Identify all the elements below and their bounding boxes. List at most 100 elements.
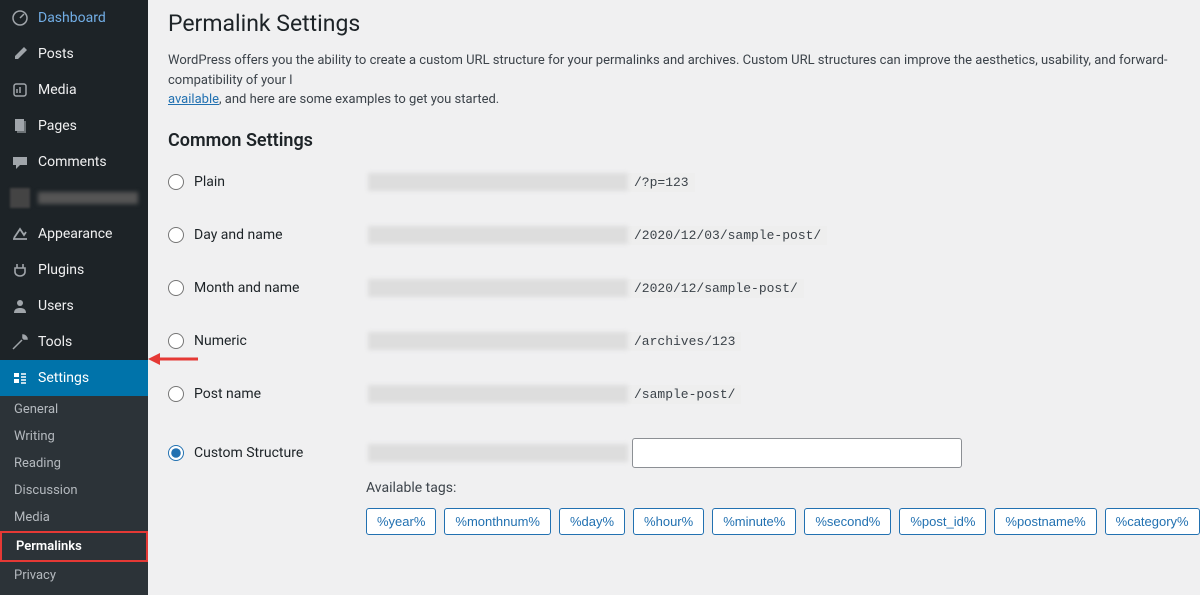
- dashboard-icon: [10, 8, 30, 28]
- radio-post-name[interactable]: [168, 386, 184, 402]
- url-suffix: /2020/12/sample-post/: [628, 279, 804, 298]
- sidebar-item-label: Users: [38, 298, 74, 314]
- plugins-icon: [10, 260, 30, 280]
- pages-icon: [10, 116, 30, 136]
- pin-icon: [10, 44, 30, 64]
- media-icon: [10, 80, 30, 100]
- blurred-url: [368, 385, 628, 403]
- tag-monthnum[interactable]: %monthnum%: [444, 508, 551, 535]
- radio-plain-label[interactable]: Plain: [168, 174, 368, 190]
- sidebar-item-label: Appearance: [38, 226, 112, 242]
- option-label: Month and name: [194, 280, 299, 296]
- admin-sidebar: Dashboard Posts Media Pages Comments App…: [0, 0, 148, 550]
- sidebar-item-pages[interactable]: Pages: [0, 108, 148, 144]
- avatar-blurred: [10, 188, 30, 208]
- settings-submenu: General Writing Reading Discussion Media…: [0, 396, 148, 595]
- submenu-item-media[interactable]: Media: [0, 504, 148, 531]
- option-label: Day and name: [194, 227, 283, 243]
- sidebar-item-label: Tools: [38, 334, 72, 350]
- sidebar-user-blurred: [0, 180, 148, 216]
- submenu-item-general[interactable]: General: [0, 396, 148, 423]
- radio-day-name[interactable]: [168, 227, 184, 243]
- common-settings-heading: Common Settings: [168, 130, 1180, 151]
- option-day-name: Day and name /2020/12/03/sample-post/: [168, 216, 1180, 269]
- custom-structure-input[interactable]: [632, 438, 962, 468]
- radio-day-name-label[interactable]: Day and name: [168, 227, 368, 243]
- available-tags-label: Available tags:: [366, 480, 1180, 496]
- submenu-item-writing[interactable]: Writing: [0, 423, 148, 450]
- radio-numeric[interactable]: [168, 333, 184, 349]
- blurred-url: [368, 332, 628, 350]
- example-day-name: /2020/12/03/sample-post/: [368, 226, 827, 245]
- example-custom: [368, 438, 962, 468]
- tag-category[interactable]: %category%: [1105, 508, 1200, 535]
- submenu-item-reading[interactable]: Reading: [0, 450, 148, 477]
- radio-month-name-label[interactable]: Month and name: [168, 280, 368, 296]
- sidebar-item-label: Settings: [38, 370, 89, 386]
- sidebar-item-tools[interactable]: Tools: [0, 324, 148, 360]
- intro-text: WordPress offers you the ability to crea…: [168, 51, 1180, 110]
- url-suffix: /sample-post/: [628, 385, 741, 404]
- option-numeric: Numeric /archives/123: [168, 322, 1180, 375]
- radio-post-name-label[interactable]: Post name: [168, 386, 368, 402]
- sidebar-item-posts[interactable]: Posts: [0, 36, 148, 72]
- example-post-name: /sample-post/: [368, 385, 741, 404]
- users-icon: [10, 296, 30, 316]
- option-post-name: Post name /sample-post/: [168, 375, 1180, 428]
- sidebar-item-label: Comments: [38, 154, 107, 170]
- sidebar-item-label: Pages: [38, 118, 77, 134]
- option-label: Plain: [194, 174, 225, 190]
- sidebar-item-label: Plugins: [38, 262, 84, 278]
- radio-custom-label[interactable]: Custom Structure: [168, 445, 368, 461]
- appearance-icon: [10, 224, 30, 244]
- sidebar-item-users[interactable]: Users: [0, 288, 148, 324]
- sidebar-item-label: Dashboard: [38, 10, 106, 26]
- tag-second[interactable]: %second%: [804, 508, 891, 535]
- sidebar-item-appearance[interactable]: Appearance: [0, 216, 148, 252]
- intro-before: WordPress offers you the ability to crea…: [168, 53, 1168, 88]
- sidebar-item-media[interactable]: Media: [0, 72, 148, 108]
- submenu-item-discussion[interactable]: Discussion: [0, 477, 148, 504]
- annotation-arrow: [148, 350, 198, 368]
- option-label: Custom Structure: [194, 445, 303, 461]
- radio-numeric-label[interactable]: Numeric: [168, 333, 368, 349]
- intro-link[interactable]: available: [168, 92, 219, 107]
- available-tags: %year% %monthnum% %day% %hour% %minute% …: [366, 508, 1180, 535]
- blurred-url: [368, 279, 628, 297]
- tag-postname[interactable]: %postname%: [994, 508, 1096, 535]
- tag-year[interactable]: %year%: [366, 508, 436, 535]
- tag-minute[interactable]: %minute%: [712, 508, 796, 535]
- option-label: Numeric: [194, 333, 247, 349]
- url-suffix: /archives/123: [628, 332, 741, 351]
- sidebar-item-settings[interactable]: Settings: [0, 360, 148, 396]
- comments-icon: [10, 152, 30, 172]
- sidebar-item-label: Posts: [38, 46, 74, 62]
- blurred-url: [368, 226, 628, 244]
- blurred-url: [368, 173, 628, 191]
- option-custom: Custom Structure: [168, 428, 1180, 474]
- submenu-item-permalinks[interactable]: Permalinks: [0, 531, 148, 562]
- sidebar-item-comments[interactable]: Comments: [0, 144, 148, 180]
- radio-plain[interactable]: [168, 174, 184, 190]
- option-month-name: Month and name /2020/12/sample-post/: [168, 269, 1180, 322]
- submenu-item-privacy[interactable]: Privacy: [0, 562, 148, 589]
- option-label: Post name: [194, 386, 261, 402]
- main-content: Permalink Settings WordPress offers you …: [148, 0, 1200, 550]
- example-plain: /?p=123: [368, 173, 695, 192]
- sidebar-item-dashboard[interactable]: Dashboard: [0, 0, 148, 36]
- url-suffix: /?p=123: [628, 173, 695, 192]
- tag-post-id[interactable]: %post_id%: [899, 508, 986, 535]
- settings-icon: [10, 368, 30, 388]
- tag-day[interactable]: %day%: [559, 508, 625, 535]
- intro-after: , and here are some examples to get you …: [219, 92, 499, 107]
- radio-custom[interactable]: [168, 445, 184, 461]
- tag-hour[interactable]: %hour%: [633, 508, 704, 535]
- sidebar-item-plugins[interactable]: Plugins: [0, 252, 148, 288]
- sidebar-item-label: Media: [38, 82, 77, 98]
- radio-month-name[interactable]: [168, 280, 184, 296]
- example-month-name: /2020/12/sample-post/: [368, 279, 804, 298]
- url-suffix: /2020/12/03/sample-post/: [628, 226, 827, 245]
- option-plain: Plain /?p=123: [168, 163, 1180, 216]
- example-numeric: /archives/123: [368, 332, 741, 351]
- tools-icon: [10, 332, 30, 352]
